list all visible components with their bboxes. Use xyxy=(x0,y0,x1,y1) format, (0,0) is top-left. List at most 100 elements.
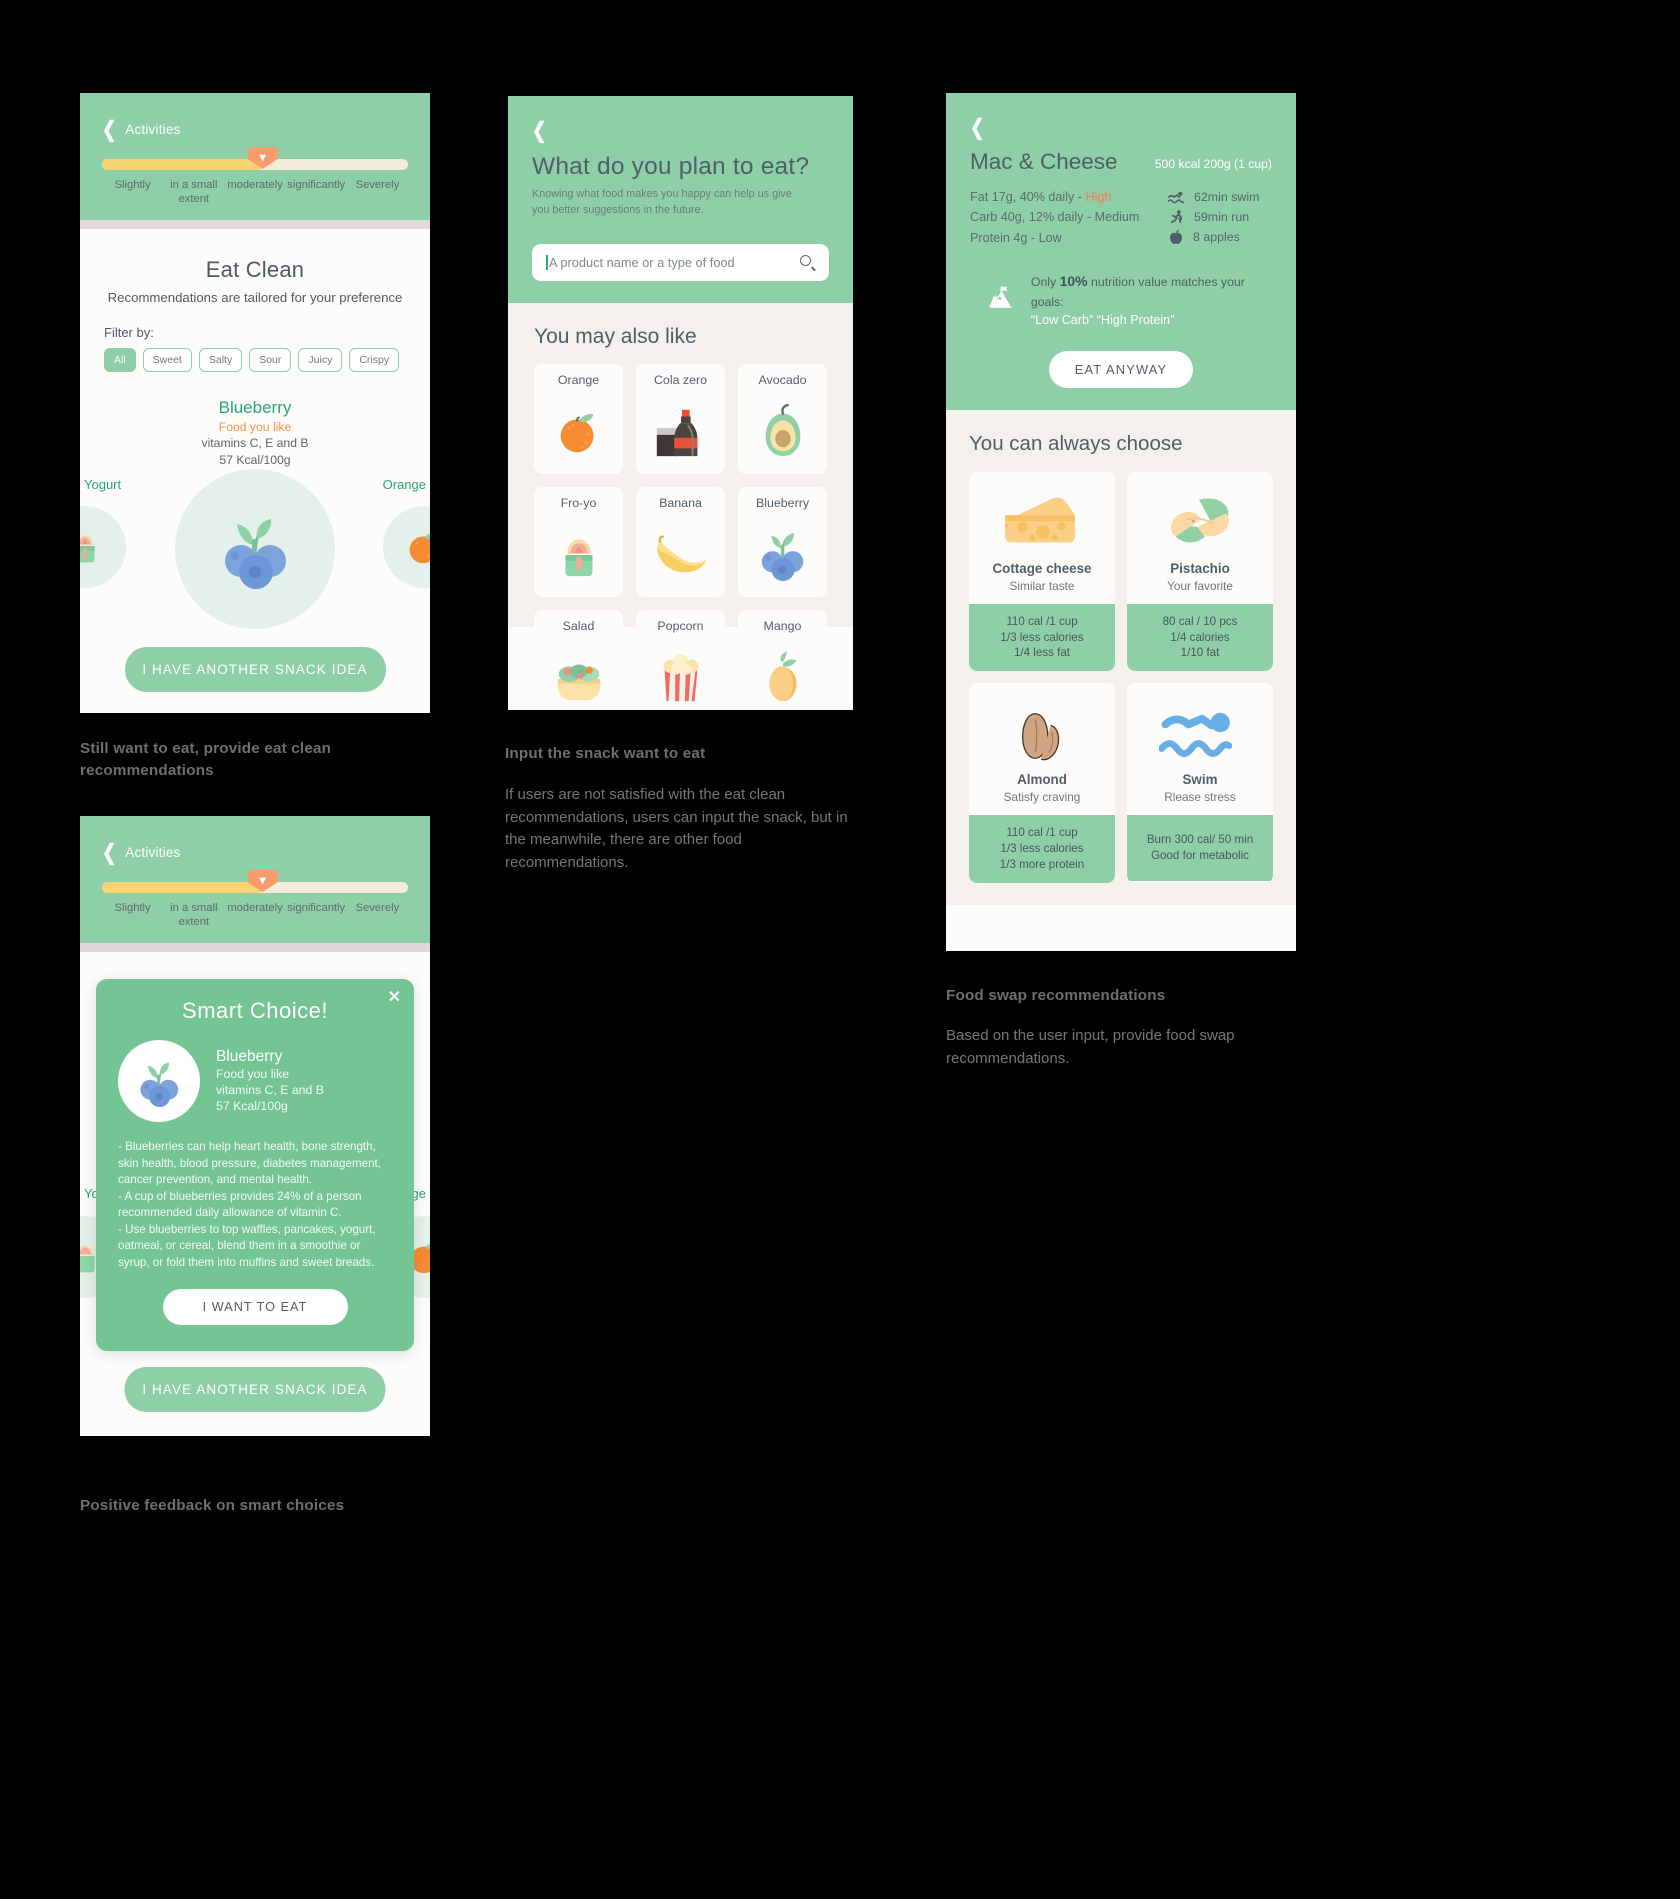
salad-icon xyxy=(557,664,600,700)
activity-apples: 8 apples xyxy=(1168,227,1272,247)
orange-icon xyxy=(560,413,593,453)
featured-food-tag: Food you like xyxy=(218,420,292,434)
search-icon[interactable] xyxy=(800,255,816,271)
screen2-caption: Input the snack want to eat If users are… xyxy=(505,743,860,874)
suggestion-tile-popcorn[interactable]: Popcorn xyxy=(636,610,725,710)
tile-label: Cola zero xyxy=(653,373,708,388)
filter-chip-sweet[interactable]: Sweet xyxy=(142,348,192,372)
food-title: Mac & Cheese xyxy=(970,149,1118,174)
screen1-caption-heading: Still want to eat, provide eat clean rec… xyxy=(80,740,332,780)
swap-stat: 1/4 less fat xyxy=(1013,646,1071,660)
tile-label: Orange xyxy=(557,373,600,388)
featured-food-vitamins: vitamins C, E and B xyxy=(201,436,309,450)
swap-name: Cottage cheese xyxy=(992,560,1092,576)
goal-match-text: Only 10% nutrition value matches your go… xyxy=(1030,273,1245,309)
screen3-caption-heading: Food swap recommendations xyxy=(946,987,1166,1004)
swap-card-cottage-cheese[interactable]: Cottage cheese Similar taste 110 cal /1 … xyxy=(969,471,1115,672)
fat-level-badge: High xyxy=(1085,190,1112,204)
close-icon[interactable]: ✕ xyxy=(388,990,401,1006)
modal-food-summary: Blueberry Food you like vitamins C, E an… xyxy=(96,1024,414,1122)
swap-card-pistachio[interactable]: Pistachio Your favorite 80 cal / 10 pcs … xyxy=(1127,471,1273,672)
tile-label: Popcorn xyxy=(657,619,704,634)
search-placeholder: A product name or a type of food xyxy=(549,255,735,271)
suggestion-tile-cola-zero[interactable]: Cola zero xyxy=(636,364,725,475)
carousel-item-blueberry[interactable] xyxy=(175,468,335,629)
swimmer-icon xyxy=(1159,712,1233,757)
activity-swim: 62min swim xyxy=(1168,187,1272,207)
modal-food-avatar xyxy=(118,1040,200,1122)
modal-title: Smart Choice! xyxy=(182,998,328,1023)
another-snack-idea-button[interactable]: I HAVE ANOTHER SNACK IDEA xyxy=(124,1367,386,1412)
tile-label: Blueberry xyxy=(755,496,810,511)
slider-label-2: moderately xyxy=(227,179,283,191)
carousel-label-right: Orange xyxy=(382,476,426,492)
swap-stat: 80 cal / 10 pcs xyxy=(1162,614,1238,628)
popcorn-icon xyxy=(663,653,698,701)
filter-chip-all[interactable]: All xyxy=(104,348,136,372)
section-title: You may also like xyxy=(534,325,697,349)
featured-food-name: Blueberry xyxy=(218,398,292,417)
run-icon xyxy=(1170,209,1183,223)
chevron-left-icon: ❮ xyxy=(102,117,117,142)
back-label: Activities xyxy=(125,845,181,860)
suggestion-tile-salad[interactable]: Salad xyxy=(534,610,623,710)
nutrition-protein: Protein 4g - Low xyxy=(970,230,1062,245)
slider-fill xyxy=(102,159,263,170)
i-want-to-eat-button[interactable]: I WANT TO EAT xyxy=(162,1288,348,1325)
screen3-header: ❮ Mac & Cheese 500 kcal 200g (1 cup) Fat… xyxy=(946,93,1296,410)
search-input[interactable]: A product name or a type of food xyxy=(532,244,829,282)
suggestion-tile-blueberry[interactable]: Blueberry xyxy=(738,487,827,598)
section-title: You can always choose xyxy=(969,431,1183,455)
swim-icon xyxy=(1168,191,1185,203)
slider-labels: Slightly in a small extent moderately si… xyxy=(102,178,408,206)
mango-icon xyxy=(768,651,797,701)
swap-stats: 80 cal / 10 pcs 1/4 calories 1/10 fat xyxy=(1127,603,1273,672)
tile-label: Mango xyxy=(763,619,802,634)
suggestion-tile-avocado[interactable]: Avocado xyxy=(738,364,827,475)
back-button-screen2[interactable]: ❮ xyxy=(532,120,829,141)
activity-run: 59min run xyxy=(1168,207,1272,227)
suggestion-tile-mango[interactable]: Mango xyxy=(738,610,827,710)
activity-apples-label: 8 apples xyxy=(1193,230,1240,245)
swap-card-swim[interactable]: Swim Rlease stress Burn 300 cal/ 50 min … xyxy=(1127,683,1273,884)
back-button-screen3[interactable]: ❮ xyxy=(970,117,1272,138)
back-button-screen4[interactable]: ❮ Activities xyxy=(102,842,408,863)
activity-swim-label: 62min swim xyxy=(1194,190,1260,204)
another-snack-idea-button[interactable]: I HAVE ANOTHER SNACK IDEA xyxy=(124,646,386,692)
intensity-slider[interactable]: ▾ xyxy=(102,147,408,170)
slider-label-2: moderately xyxy=(227,902,283,914)
froyo-icon xyxy=(80,535,95,563)
slider-label-4: Severely xyxy=(355,902,400,914)
carousel-item-yogurt[interactable]: Yogurt xyxy=(80,477,126,588)
swap-card-almond[interactable]: Almond Satisfy craving 110 cal /1 cup 1/… xyxy=(969,683,1115,884)
back-button-screen1[interactable]: ❮ Activities xyxy=(102,117,408,142)
swap-stats: 110 cal /1 cup 1/3 less calories 1/4 les… xyxy=(969,603,1115,672)
suggestion-tile-fro-yo[interactable]: Fro-yo xyxy=(534,487,623,598)
page-subtitle: Knowing what food makes you happy can he… xyxy=(532,188,792,216)
screen1-header: ❮ Activities ▾ Slightly in a small exten… xyxy=(80,93,430,220)
slider-label-4: Severely xyxy=(355,179,400,191)
swap-stats: Burn 300 cal/ 50 min Good for metabolic xyxy=(1127,815,1273,882)
eat-anyway-button[interactable]: EAT ANYWAY xyxy=(1048,350,1194,388)
slider-knob[interactable]: ▾ xyxy=(247,870,278,900)
activity-run-label: 59min run xyxy=(1194,210,1250,225)
cheese-icon xyxy=(1005,497,1075,543)
almond-icon xyxy=(1021,713,1060,761)
suggestion-tile-orange[interactable]: Orange xyxy=(534,364,623,475)
goal-tags: “Low Carb” “High Protein” xyxy=(1030,312,1175,327)
swap-stat: 1/3 more protein xyxy=(999,858,1085,872)
filter-chip-salty[interactable]: Salty xyxy=(198,348,243,372)
filter-chip-juicy[interactable]: Juicy xyxy=(298,348,343,372)
blueberry-icon xyxy=(140,1062,179,1108)
suggestion-tile-banana[interactable]: Banana xyxy=(636,487,725,598)
food-carousel[interactable]: Yogurt Orange xyxy=(80,468,430,647)
smart-choice-modal: ✕ Smart Choice! Blueberry Food you like … xyxy=(96,979,414,1351)
intensity-slider[interactable]: ▾ xyxy=(102,870,408,893)
swap-sub: Your favorite xyxy=(1167,578,1233,593)
slider-knob[interactable]: ▾ xyxy=(247,147,278,177)
carousel-item-orange[interactable]: Orange xyxy=(382,476,430,588)
tile-label: Salad xyxy=(562,619,595,634)
filter-chip-crispy[interactable]: Crispy xyxy=(349,348,400,372)
filter-chip-sour[interactable]: Sour xyxy=(249,348,292,372)
froyo-icon xyxy=(565,539,592,576)
